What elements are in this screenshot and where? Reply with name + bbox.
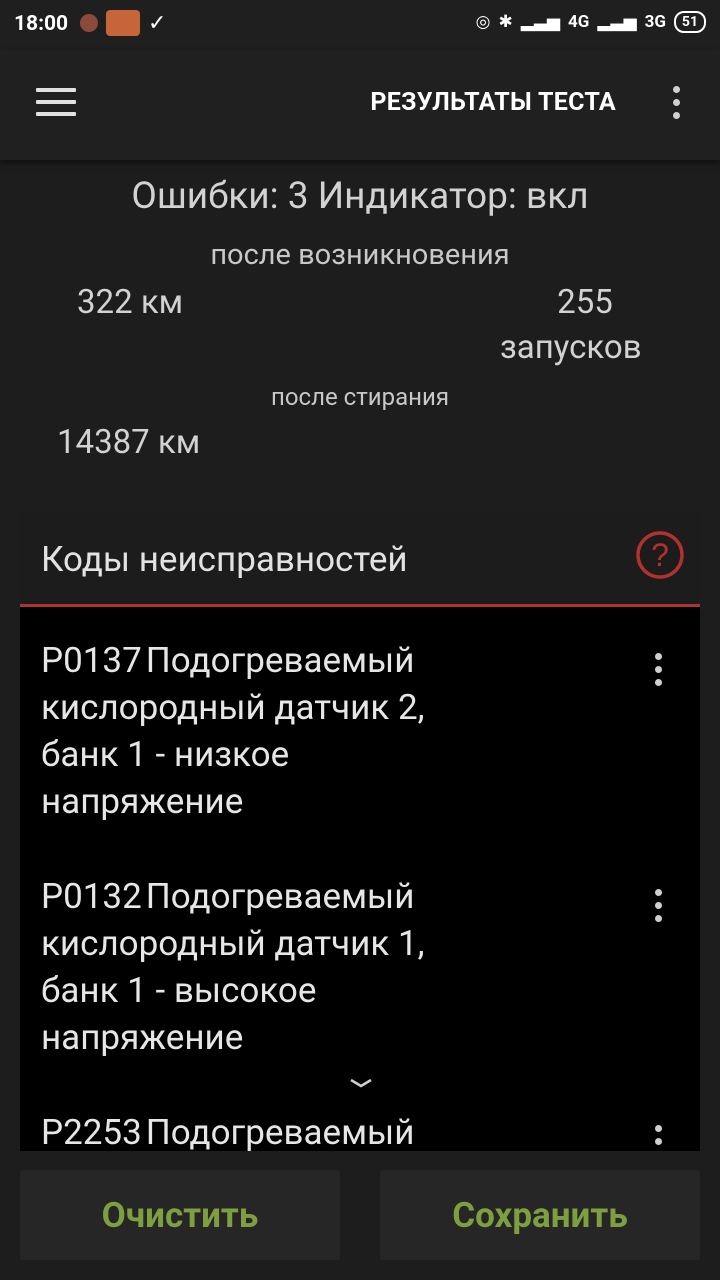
status-right: ◎ ✱ ▂▃▅ 4G ▂▃▅ 3G 51 (476, 11, 706, 33)
page-title: РЕЗУЛЬТАТЫ ТЕСТА (370, 88, 616, 117)
dtc-desc-line: Подогреваемый (145, 1112, 415, 1151)
dtc-code: P0132 (41, 876, 142, 917)
list-item[interactable]: P0137 Подогреваемый кислородный датчик 2,… (20, 637, 700, 827)
starts-count: 255 (557, 283, 613, 322)
network-type-1: 4G (568, 12, 590, 32)
dtc-desc-line: Подогреваемый (145, 876, 415, 917)
code-text: P2253 Подогреваемый (41, 1109, 601, 1151)
since-occurrence-label: после возникновения (210, 238, 510, 272)
dtc-code: P2253 (41, 1112, 142, 1151)
help-circle-icon[interactable]: ? (634, 529, 686, 581)
status-time: 18:00 (14, 12, 69, 36)
notification-icons: ✓ (80, 10, 166, 36)
since-clear-km: 14387 км (57, 423, 201, 462)
row-more-icon[interactable] (652, 653, 664, 692)
fault-codes-panel: Коды неисправностей ? P0137 Подогреваемый… (20, 511, 700, 1151)
battery-icon: 51 (673, 11, 706, 33)
hamburger-icon[interactable] (36, 88, 76, 120)
since-clear-label: после стирания (270, 383, 449, 411)
errors-summary: Ошибки: 3 Индикатор: вкл (131, 175, 589, 218)
panel-header: Коды неисправностей ? (20, 511, 700, 607)
dtc-desc-line: напряжение (41, 781, 244, 822)
row-more-icon[interactable] (652, 1125, 664, 1151)
signal-icon: ▂▃▅ (520, 12, 560, 32)
network-type-2: 3G (644, 12, 666, 32)
dtc-desc-line: банк 1 - низкое (41, 734, 290, 775)
dtc-desc-line: Подогреваемый (145, 640, 415, 681)
save-button[interactable]: Сохранить (380, 1170, 700, 1260)
list-item[interactable]: P2253 Подогреваемый (20, 1109, 700, 1151)
dtc-desc-line: банк 1 - высокое (41, 970, 317, 1011)
dtc-desc-line: кислородный датчик 2, (41, 687, 425, 728)
more-vert-icon[interactable] (668, 86, 684, 126)
code-text: P0132 Подогреваемый кислородный датчик 1,… (41, 873, 601, 1061)
svg-text:?: ? (651, 537, 669, 573)
list-item[interactable]: P0132 Подогреваемый кислородный датчик 1,… (20, 873, 700, 1063)
signal-icon-2: ▂▃▅ (597, 12, 637, 32)
dtc-code: P0137 (41, 640, 142, 681)
hotspot-icon: ◎ (475, 12, 491, 32)
bluetooth-icon: ✱ (498, 12, 513, 32)
dtc-desc-line: напряжение (41, 1017, 244, 1058)
chevron-down-icon (350, 1078, 372, 1088)
panel-title: Коды неисправностей (41, 539, 408, 580)
car-app-icon (106, 10, 140, 36)
status-bar: 18:00 ✓ ◎ ✱ ▂▃▅ 4G ▂▃▅ 3G 51 (0, 0, 720, 50)
starts-unit: запусков (500, 328, 642, 367)
row-more-icon[interactable] (652, 889, 664, 928)
code-text: P0137 Подогреваемый кислородный датчик 2,… (41, 637, 601, 825)
app-notification-icon (80, 14, 98, 32)
clear-button[interactable]: Очистить (20, 1170, 340, 1260)
battery-level: 51 (681, 14, 698, 30)
dtc-desc-line: кислородный датчик 1, (41, 923, 425, 964)
since-occurrence-km: 322 км (77, 283, 184, 322)
app-toolbar: РЕЗУЛЬТАТЫ ТЕСТА (0, 50, 720, 160)
check-arrow-icon: ✓ (148, 10, 167, 36)
